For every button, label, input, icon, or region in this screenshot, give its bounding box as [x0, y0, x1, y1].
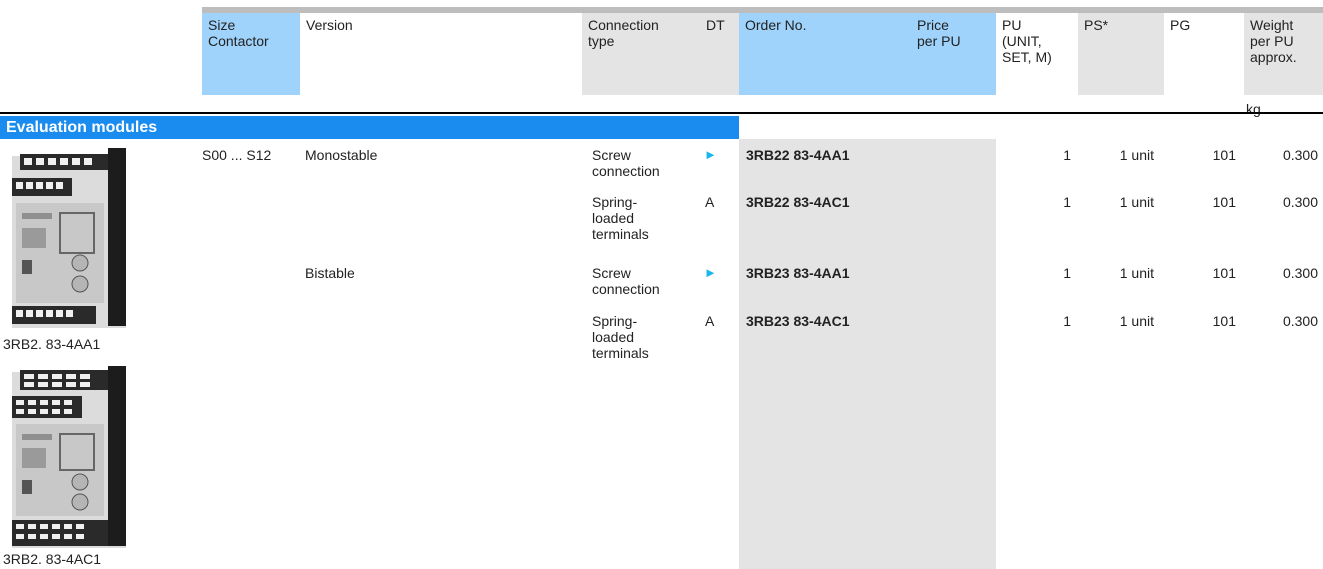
cell-pg: 101: [1212, 313, 1236, 329]
header-weight: Weight per PU approx.: [1244, 13, 1323, 95]
header-weight-unit: kg: [1246, 101, 1261, 117]
cell-pg: 101: [1212, 194, 1236, 210]
cell-version: Bistable: [305, 265, 355, 281]
product-image-3rb2-83-4ac1: [12, 366, 126, 548]
cell-version: Monostable: [305, 147, 378, 163]
cell-weight: 0.300: [1282, 313, 1318, 329]
cell-ps: 1 unit: [1119, 147, 1154, 163]
cell-order-no: 3RB22 83-4AA1: [746, 147, 850, 163]
cell-ps: 1 unit: [1119, 313, 1154, 329]
header-pu: PU (UNIT, SET, M): [996, 13, 1078, 95]
cell-size: S00 ... S12: [202, 147, 272, 163]
header-dt: DT: [700, 13, 739, 95]
cell-weight: 0.300: [1282, 147, 1318, 163]
cell-order-no: 3RB23 83-4AC1: [746, 313, 850, 329]
section-title: Evaluation modules: [0, 116, 739, 139]
cell-connection: Spring- loaded terminals: [592, 194, 649, 242]
cell-weight: 0.300: [1282, 194, 1318, 210]
cell-connection: Screw connection: [592, 147, 660, 179]
header-size-contactor: Size Contactor: [202, 13, 300, 95]
cell-dt: A: [705, 194, 715, 210]
cell-order-no: 3RB22 83-4AC1: [746, 194, 850, 210]
cell-order-no: 3RB23 83-4AA1: [746, 265, 850, 281]
cell-pg: 101: [1212, 147, 1236, 163]
header-price-per-pu: Price per PU: [911, 13, 996, 95]
cell-pu: 1: [1063, 313, 1071, 329]
image-caption: 3RB2. 83-4AC1: [3, 551, 102, 567]
product-image-3rb2-83-4aa1: [12, 148, 126, 328]
header-separator: [0, 112, 1323, 114]
header-connection-type: Connection type: [582, 13, 700, 95]
dt-arrow-icon: ►: [704, 265, 717, 280]
cell-pu: 1: [1063, 194, 1071, 210]
cell-connection: Spring- loaded terminals: [592, 313, 649, 361]
cell-weight: 0.300: [1282, 265, 1318, 281]
header-ps: PS*: [1078, 13, 1164, 95]
header-version: Version: [300, 13, 582, 95]
cell-ps: 1 unit: [1119, 265, 1154, 281]
cell-dt: A: [705, 313, 715, 329]
cell-pu: 1: [1063, 147, 1071, 163]
cell-pg: 101: [1212, 265, 1236, 281]
dt-arrow-icon: ►: [704, 147, 717, 162]
image-caption: 3RB2. 83-4AA1: [3, 336, 101, 352]
cell-ps: 1 unit: [1119, 194, 1154, 210]
header-pg: PG: [1164, 13, 1244, 95]
cell-pu: 1: [1063, 265, 1071, 281]
cell-connection: Screw connection: [592, 265, 660, 297]
header-order-no: Order No.: [739, 13, 911, 95]
